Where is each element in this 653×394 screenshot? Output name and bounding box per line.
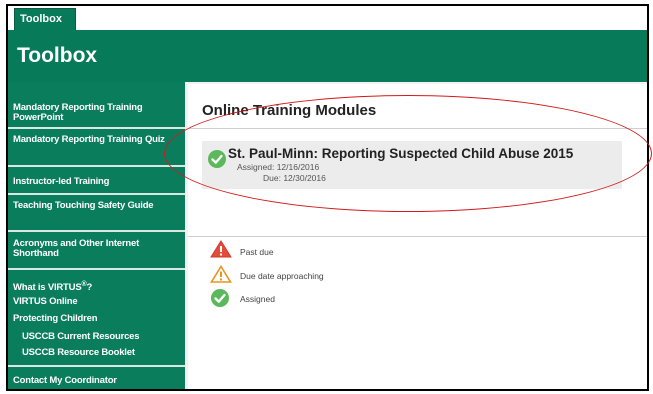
- what-is-virtus-label: What is VIRTUS: [13, 282, 82, 294]
- sidebar-item-virtus-online[interactable]: VIRTUS Online: [8, 297, 185, 307]
- sidebar-item-acronyms[interactable]: Acronyms and Other Internet Shorthand: [8, 239, 185, 259]
- header-banner: Toolbox: [8, 30, 647, 82]
- sidebar-item-protecting-children[interactable]: Protecting Children: [8, 314, 185, 324]
- check-icon: [211, 289, 229, 307]
- tab-toolbox[interactable]: Toolbox: [14, 8, 76, 32]
- divider: [8, 365, 185, 367]
- sidebar-item-mandatory-reporting-powerpoint[interactable]: Mandatory Reporting Training PowerPoint: [8, 103, 185, 123]
- sidebar-item-contact-coordinator[interactable]: Contact My Coordinator: [8, 376, 185, 386]
- sidebar-item-what-is-virtus[interactable]: What is VIRTUS®?: [8, 280, 185, 293]
- legend-label-past-due: Past due: [240, 247, 274, 257]
- page-title: Toolbox: [17, 44, 98, 67]
- divider: [8, 127, 185, 129]
- question-mark: ?: [86, 282, 93, 294]
- legend-label-due-approaching: Due date approaching: [240, 271, 324, 281]
- warning-red-icon: [210, 240, 232, 258]
- sidebar-item-instructor-led-training[interactable]: Instructor-led Training: [8, 177, 185, 187]
- divider: [8, 165, 185, 167]
- highlight-ellipse: [164, 95, 652, 212]
- sidebar-subitem-usccb-resource-booklet[interactable]: USCCB Resource Booklet: [22, 347, 135, 358]
- divider: [8, 230, 185, 232]
- sidebar-subitem-usccb-current-resources[interactable]: USCCB Current Resources: [22, 331, 140, 342]
- legend-label-assigned: Assigned: [240, 294, 275, 304]
- divider: [8, 193, 185, 195]
- sidebar: Mandatory Reporting Training PowerPoint …: [8, 82, 185, 389]
- tab-bar: Toolbox: [8, 6, 647, 32]
- sidebar-item-teaching-touching-safety[interactable]: Teaching Touching Safety Guide: [8, 201, 185, 211]
- divider: [188, 236, 647, 237]
- sidebar-item-mandatory-reporting-quiz[interactable]: Mandatory Reporting Training Quiz: [8, 135, 185, 145]
- warning-outline-icon: [210, 265, 232, 283]
- divider: [8, 268, 185, 270]
